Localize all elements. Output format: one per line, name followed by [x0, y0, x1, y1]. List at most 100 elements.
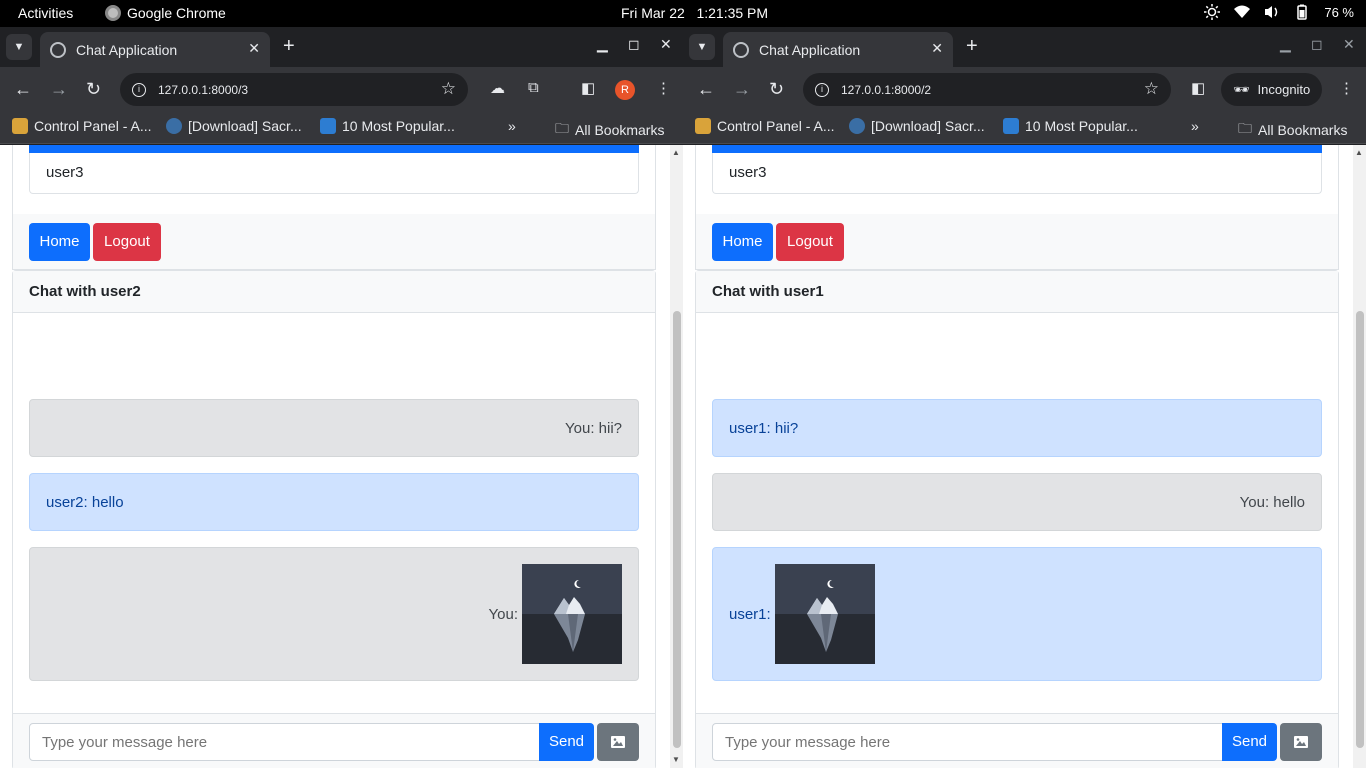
- active-user-item[interactable]: [29, 145, 639, 153]
- bookmarks-bar: Control Panel - A... [Download] Sacr... …: [683, 112, 1366, 144]
- send-button[interactable]: Send: [1222, 723, 1277, 761]
- scroll-up-icon[interactable]: ▲: [672, 148, 680, 157]
- bookmarks-overflow[interactable]: »: [1191, 118, 1199, 134]
- chat-title: Chat with user2: [13, 271, 655, 313]
- tab-title: Chat Application: [76, 41, 178, 58]
- new-tab-icon[interactable]: +: [283, 35, 295, 58]
- tab-strip: ▼ Chat Application ✕ + ▁ ◻ ✕: [683, 27, 1366, 67]
- user-list-item[interactable]: user3: [29, 153, 639, 194]
- chevron-down-icon[interactable]: ▼: [689, 34, 715, 60]
- arrow-left-icon[interactable]: ←: [14, 79, 32, 100]
- star-icon[interactable]: ☆: [441, 79, 456, 99]
- info-icon[interactable]: i: [132, 82, 146, 97]
- reload-icon[interactable]: ↻: [86, 79, 101, 100]
- home-button[interactable]: Home: [712, 223, 773, 261]
- shield-icon: [1003, 118, 1019, 134]
- close-window-icon[interactable]: ✕: [1343, 36, 1355, 53]
- user-list-item[interactable]: user3: [712, 153, 1322, 194]
- globe-icon: [50, 41, 66, 58]
- folder-icon: 🗀: [555, 120, 569, 136]
- page-scrollbar[interactable]: ▲: [1353, 145, 1366, 768]
- chat-message: user1:: [712, 547, 1322, 681]
- bookmark-item[interactable]: [Download] Sacr...: [849, 118, 985, 134]
- download-icon: [849, 118, 865, 134]
- extension-cloud-icon[interactable]: ☁: [490, 79, 505, 97]
- close-tab-icon[interactable]: ✕: [931, 40, 943, 57]
- chat-message: user2: hello: [29, 473, 639, 531]
- bookmark-item[interactable]: Control Panel - A...: [695, 118, 835, 134]
- chat-card: Chat with user2 You: hii? user2: hello Y…: [12, 270, 656, 768]
- avatar[interactable]: R: [615, 80, 635, 100]
- iceberg-image[interactable]: [774, 564, 875, 664]
- browser-toolbar: ← → ↻ i 127.0.0.1:8000/3 ☆ ☁ ⧉ ◧ R ⋮: [0, 67, 683, 112]
- bookmark-item[interactable]: 10 Most Popular...: [1003, 118, 1138, 134]
- send-button[interactable]: Send: [539, 723, 594, 761]
- active-user-item[interactable]: [712, 145, 1322, 153]
- scrollbar-thumb[interactable]: [673, 311, 681, 748]
- logout-button[interactable]: Logout: [93, 223, 161, 261]
- activities-button[interactable]: Activities: [18, 5, 73, 21]
- clock[interactable]: Fri Mar 22 1:21:35 PM: [621, 5, 768, 21]
- brightness-icon: [1204, 4, 1221, 20]
- side-panel-icon[interactable]: ◧: [1191, 79, 1205, 97]
- users-card: user3: [695, 145, 1339, 215]
- download-icon: [166, 118, 182, 134]
- incognito-indicator[interactable]: 🕶 Incognito: [1221, 73, 1323, 106]
- side-panel-icon[interactable]: ◧: [581, 79, 595, 97]
- image-icon: [1294, 736, 1308, 748]
- scrollbar-thumb[interactable]: [1356, 311, 1364, 748]
- chat-message: You: hello: [712, 473, 1322, 531]
- new-tab-icon[interactable]: +: [966, 35, 978, 58]
- iceberg-image[interactable]: [522, 564, 622, 664]
- logout-button[interactable]: Logout: [776, 223, 844, 261]
- reload-icon[interactable]: ↻: [769, 79, 784, 100]
- arrow-right-icon[interactable]: →: [733, 79, 751, 100]
- arrow-right-icon[interactable]: →: [50, 79, 68, 100]
- incognito-icon: 🕶: [1233, 81, 1250, 97]
- address-bar[interactable]: i 127.0.0.1:8000/3 ☆: [120, 73, 468, 106]
- control-panel-icon: [695, 118, 711, 134]
- action-bar: Home Logout: [12, 214, 656, 270]
- chat-message: You:: [29, 547, 639, 681]
- bookmark-folder[interactable]: 🗀 All Bookmarks: [1238, 118, 1347, 142]
- arrow-left-icon[interactable]: ←: [697, 79, 715, 100]
- info-icon[interactable]: i: [815, 82, 829, 97]
- globe-icon: [733, 41, 749, 58]
- image-upload-button[interactable]: [597, 723, 639, 761]
- image-upload-button[interactable]: [1280, 723, 1322, 761]
- chrome-icon: [105, 5, 121, 21]
- page-scrollbar[interactable]: ▲ ▼: [670, 145, 683, 768]
- message-input[interactable]: [29, 723, 540, 761]
- puzzle-icon[interactable]: ⧉: [528, 79, 539, 96]
- home-button[interactable]: Home: [29, 223, 90, 261]
- close-window-icon[interactable]: ✕: [660, 36, 672, 53]
- bookmark-item[interactable]: Control Panel - A...: [12, 118, 152, 134]
- scroll-down-icon[interactable]: ▼: [672, 755, 680, 764]
- maximize-icon[interactable]: ◻: [628, 36, 640, 53]
- bookmark-folder[interactable]: 🗀 All Bookmarks: [555, 118, 664, 142]
- browser-window-right: ▼ Chat Application ✕ + ▁ ◻ ✕ ← → ↻ i 127…: [683, 27, 1366, 768]
- app-menu[interactable]: Google Chrome: [105, 5, 226, 21]
- scroll-up-icon[interactable]: ▲: [1355, 148, 1363, 157]
- image-icon: [611, 736, 625, 748]
- system-tray[interactable]: 76 %: [1204, 4, 1354, 20]
- browser-window-left: ▼ Chat Application ✕ + ▁ ◻ ✕ ← → ↻ i 127…: [0, 27, 683, 768]
- system-top-bar: Activities Google Chrome Fri Mar 22 1:21…: [0, 0, 1366, 27]
- more-vert-icon[interactable]: ⋮: [656, 79, 671, 97]
- more-vert-icon[interactable]: ⋮: [1339, 79, 1354, 97]
- browser-toolbar: ← → ↻ i 127.0.0.1:8000/2 ☆ ◧ 🕶 Incognito…: [683, 67, 1366, 112]
- tab-chat-application[interactable]: Chat Application ✕: [40, 32, 270, 67]
- minimize-icon[interactable]: ▁: [597, 36, 608, 53]
- tab-chat-application[interactable]: Chat Application ✕: [723, 32, 953, 67]
- close-tab-icon[interactable]: ✕: [248, 40, 260, 57]
- address-bar[interactable]: i 127.0.0.1:8000/2 ☆: [803, 73, 1171, 106]
- minimize-icon[interactable]: ▁: [1280, 36, 1291, 53]
- chevron-down-icon[interactable]: ▼: [6, 34, 32, 60]
- bookmarks-overflow[interactable]: »: [508, 118, 516, 134]
- message-input[interactable]: [712, 723, 1223, 761]
- bookmark-item[interactable]: [Download] Sacr...: [166, 118, 302, 134]
- bookmark-item[interactable]: 10 Most Popular...: [320, 118, 455, 134]
- action-bar: Home Logout: [695, 214, 1339, 270]
- star-icon[interactable]: ☆: [1144, 79, 1159, 99]
- maximize-icon[interactable]: ◻: [1311, 36, 1323, 53]
